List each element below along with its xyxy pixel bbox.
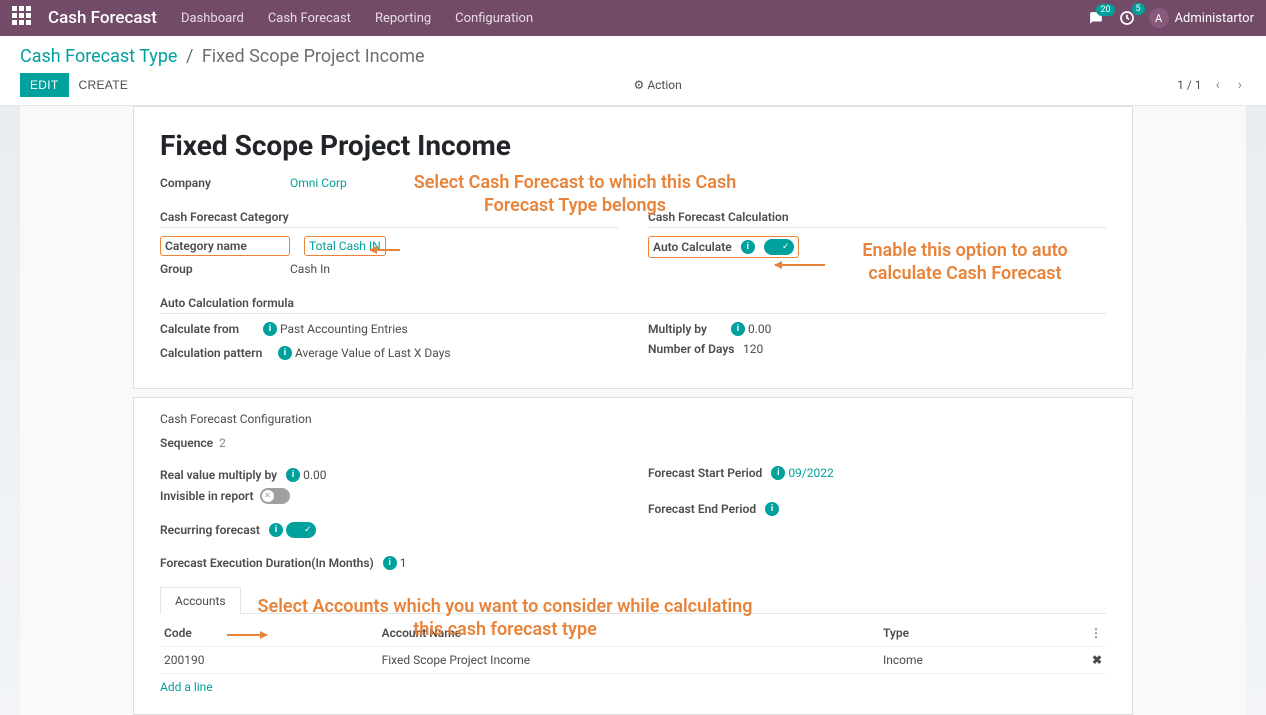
info-icon[interactable]: i — [278, 346, 292, 360]
calc-from-label: Calculate from — [160, 322, 260, 336]
messages-icon[interactable]: 20 — [1087, 11, 1105, 25]
invisible-label: Invisible in report — [160, 489, 254, 503]
edit-button[interactable]: EDIT — [20, 73, 69, 97]
control-panel: Cash Forecast Type / Fixed Scope Project… — [0, 36, 1266, 106]
user-name: Administartor — [1175, 11, 1254, 26]
apps-icon[interactable] — [12, 6, 36, 30]
kebab-icon[interactable]: ⋮ — [1090, 626, 1102, 640]
calc-pattern-value: Average Value of Last X Days — [295, 346, 451, 360]
end-period-label: Forecast End Period — [648, 502, 756, 516]
info-icon[interactable]: i — [741, 240, 755, 254]
action-menu[interactable]: ⚙ Action — [634, 78, 682, 92]
nav-configuration[interactable]: Configuration — [455, 11, 533, 26]
calc-section-title: Cash Forecast Calculation — [648, 210, 1106, 228]
group-label: Group — [160, 262, 290, 276]
real-mult-label: Real value multiply by — [160, 468, 277, 482]
breadcrumb-parent[interactable]: Cash Forecast Type — [20, 46, 177, 67]
add-line[interactable]: Add a line — [160, 674, 1106, 694]
breadcrumb-current: Fixed Scope Project Income — [202, 46, 425, 67]
th-name[interactable]: Account Name — [378, 620, 879, 647]
auto-calc-label: Auto Calculate — [653, 240, 732, 254]
auto-calc-toggle[interactable] — [764, 239, 794, 255]
table-row[interactable]: 200190 Fixed Scope Project Income Income… — [160, 647, 1106, 674]
create-button[interactable]: CREATE — [69, 73, 139, 97]
calc-pattern-label: Calculation pattern — [160, 346, 275, 360]
activity-badge: 5 — [1132, 3, 1145, 15]
start-period-label: Forecast Start Period — [648, 466, 762, 480]
info-icon[interactable]: i — [263, 322, 277, 336]
gear-icon: ⚙ — [634, 78, 645, 92]
nav-cash-forecast[interactable]: Cash Forecast — [268, 11, 351, 26]
form-sheet: Fixed Scope Project Income Company Omni … — [133, 106, 1133, 389]
navbar: Cash Forecast Dashboard Cash Forecast Re… — [0, 0, 1266, 36]
nav-dashboard[interactable]: Dashboard — [181, 11, 244, 26]
user-menu[interactable]: A Administartor — [1149, 8, 1254, 28]
exec-dur-label: Forecast Execution Duration(In Months) — [160, 556, 374, 570]
recurring-label: Recurring forecast — [160, 523, 260, 537]
num-days-value: 120 — [743, 342, 763, 356]
th-type[interactable]: Type — [879, 620, 1068, 647]
cell-name: Fixed Scope Project Income — [378, 647, 879, 674]
remove-row-icon[interactable]: ✖ — [1092, 653, 1102, 667]
info-icon[interactable]: i — [771, 466, 785, 480]
company-label: Company — [160, 176, 290, 190]
info-icon[interactable]: i — [731, 322, 745, 336]
cell-code: 200190 — [160, 647, 378, 674]
num-days-label: Number of Days — [648, 342, 743, 356]
real-mult-value: 0.00 — [303, 468, 326, 482]
pager-next[interactable]: › — [1234, 75, 1246, 95]
category-name-value[interactable]: Total Cash IN — [304, 236, 386, 256]
pager-prev[interactable]: ‹ — [1212, 75, 1224, 95]
messages-badge: 20 — [1096, 4, 1114, 16]
cell-type: Income — [879, 647, 1068, 674]
info-icon[interactable]: i — [269, 523, 283, 537]
group-value: Cash In — [290, 262, 330, 276]
config-section-title: Cash Forecast Configuration — [160, 412, 1106, 426]
category-name-label: Category name — [160, 236, 290, 256]
nav-items: Dashboard Cash Forecast Reporting Config… — [181, 11, 533, 26]
tab-bar: Accounts — [160, 586, 1106, 614]
record-title: Fixed Scope Project Income — [160, 129, 1106, 162]
nav-reporting[interactable]: Reporting — [375, 11, 431, 26]
invisible-toggle[interactable] — [260, 488, 290, 504]
info-icon[interactable]: i — [765, 502, 779, 516]
formula-section-title: Auto Calculation formula — [160, 296, 1106, 314]
recurring-toggle[interactable] — [286, 522, 316, 538]
th-code[interactable]: Code — [160, 620, 378, 647]
multiply-by-value: 0.00 — [748, 322, 771, 336]
company-value[interactable]: Omni Corp — [290, 176, 347, 190]
calc-from-value: Past Accounting Entries — [280, 322, 408, 336]
start-period-value[interactable]: 09/2022 — [788, 466, 833, 480]
config-panel: Cash Forecast Configuration Sequence 2 R… — [133, 397, 1133, 715]
sequence-label: Sequence — [160, 436, 213, 450]
breadcrumb: Cash Forecast Type / Fixed Scope Project… — [20, 46, 1246, 67]
activity-icon[interactable]: 5 — [1119, 10, 1135, 26]
tab-accounts[interactable]: Accounts — [160, 587, 241, 614]
category-section-title: Cash Forecast Category — [160, 210, 618, 228]
sequence-value: 2 — [219, 436, 226, 450]
accounts-table: Code Account Name Type ⋮ 200190 Fixed Sc… — [160, 620, 1106, 674]
exec-dur-value: 1 — [400, 556, 407, 570]
avatar: A — [1149, 8, 1169, 28]
info-icon[interactable]: i — [383, 556, 397, 570]
info-icon[interactable]: i — [286, 468, 300, 482]
brand: Cash Forecast — [48, 8, 157, 28]
multiply-by-label: Multiply by — [648, 322, 728, 336]
pager-text: 1 / 1 — [1177, 78, 1201, 92]
